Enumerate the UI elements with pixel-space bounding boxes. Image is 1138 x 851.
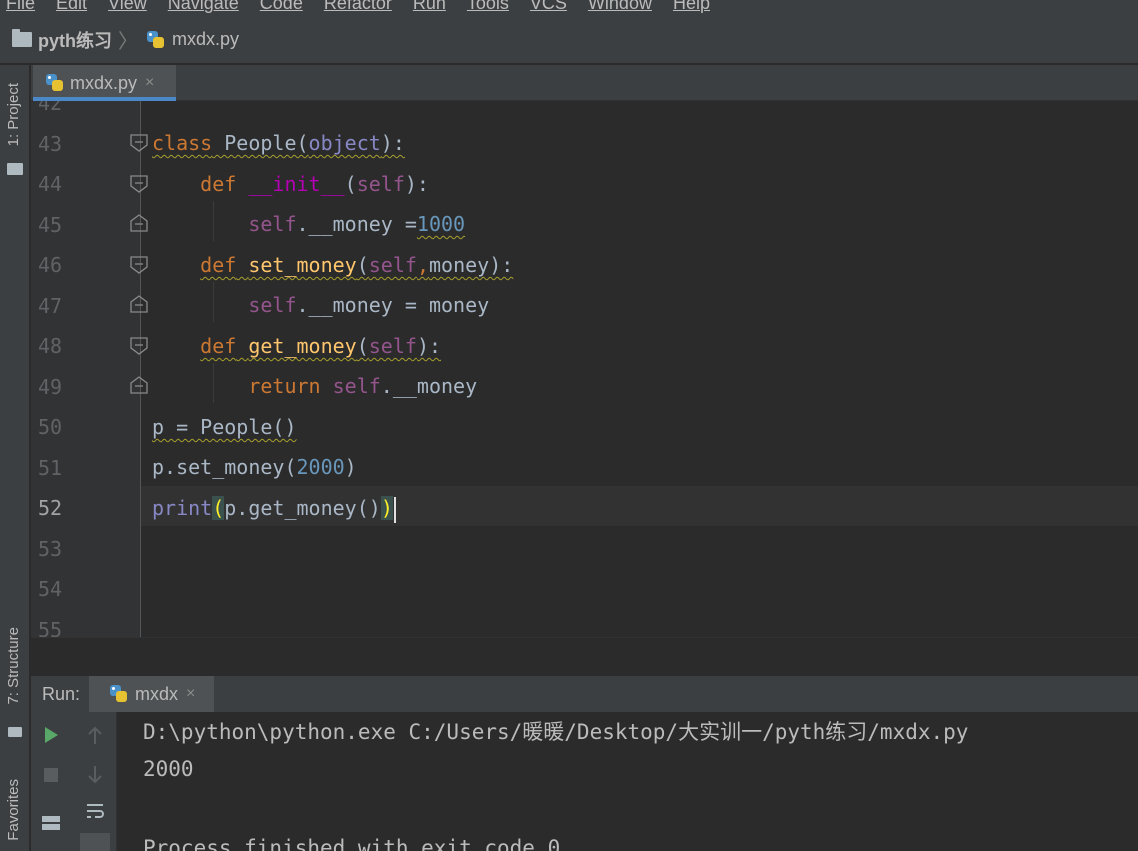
menu-items: File Edit View Navigate Code Refactor Run Tools… — [6, 0, 731, 14]
code-editor[interactable]: 42 43 44 45 46 47 48 49 50 51 52 53 54 55 class Peopl… — [31, 101, 1138, 637]
code-line-48: def get_money(self): — [200, 334, 442, 358]
text-caret — [393, 496, 396, 523]
fold-icon[interactable] — [129, 375, 149, 395]
code-line-46: def set_money(self,money): — [200, 253, 514, 277]
down-arrow-icon[interactable] — [85, 764, 105, 788]
line-number: 50 — [38, 415, 63, 439]
favorites-tool-tab[interactable]: Favorites — [5, 779, 22, 841]
menu-vcs[interactable]: VCS — [530, 0, 567, 14]
line-number: 54 — [38, 577, 63, 601]
code-line-51: p.set_money(2000) — [152, 455, 357, 479]
breadcrumb-separator: 〉 — [118, 31, 138, 53]
menu-window[interactable]: Window — [588, 0, 652, 14]
python-file-icon — [45, 73, 65, 93]
soft-wrap-icon[interactable] — [85, 802, 105, 824]
code-line-50: p = People() — [152, 415, 297, 439]
run-toolbar-secondary — [71, 712, 117, 851]
up-arrow-icon[interactable] — [85, 726, 105, 750]
fold-icon[interactable] — [129, 294, 149, 314]
run-console[interactable]: D:\python\python.exe C:/Users/暖暖/Desktop… — [117, 712, 1138, 851]
close-icon[interactable]: × — [186, 685, 195, 703]
line-number: 55 — [38, 617, 63, 638]
line-number: 43 — [38, 131, 63, 156]
run-tab-mxdx[interactable]: mxdx × — [89, 676, 214, 712]
menu-run[interactable]: Run — [413, 0, 446, 14]
menu-bar: File Edit View Navigate Code Refactor Run Tools… — [0, 0, 1138, 16]
python-file-icon — [146, 30, 166, 50]
line-number: 47 — [38, 293, 63, 318]
folder-icon — [12, 29, 32, 47]
structure-icon — [8, 727, 22, 737]
editor-tab-bar: mxdx.py × — [31, 65, 1138, 101]
fold-icon[interactable] — [129, 174, 149, 194]
run-icon[interactable] — [41, 726, 61, 748]
menu-help[interactable]: Help — [673, 0, 710, 14]
line-number: 46 — [38, 253, 63, 277]
menu-refactor[interactable]: Refactor — [324, 0, 392, 14]
scroll-to-end-icon[interactable] — [80, 833, 110, 851]
menu-edit[interactable]: Edit — [56, 0, 87, 14]
menu-view[interactable]: View — [108, 0, 147, 14]
line-number: 51 — [38, 455, 63, 480]
code-line-43: class People(object): — [152, 131, 405, 155]
layout-icon[interactable] — [41, 814, 61, 836]
stop-icon[interactable] — [41, 766, 61, 788]
line-number: 42 — [38, 101, 63, 115]
code-line-45: self.__money =1000 — [248, 212, 466, 236]
panel-splitter[interactable] — [31, 637, 1138, 676]
code-line-49: return self.__money — [248, 374, 478, 398]
code-line-44: def __init__(self): — [200, 172, 429, 196]
project-tool-tab[interactable]: 1: Project — [5, 83, 22, 146]
close-icon[interactable]: × — [145, 74, 154, 92]
line-number: 48 — [38, 334, 63, 358]
project-folder-icon — [7, 163, 23, 175]
editor-tab-mxdx[interactable]: mxdx.py × — [33, 65, 176, 101]
fold-icon[interactable] — [129, 255, 149, 275]
breadcrumb-project[interactable]: pyth练习 — [38, 27, 112, 53]
menu-file[interactable]: File — [6, 0, 35, 14]
editor-tab-label: mxdx.py — [70, 72, 138, 93]
line-number: 44 — [38, 172, 63, 196]
run-toolbar — [31, 712, 71, 851]
structure-tool-tab[interactable]: 7: Structure — [5, 627, 22, 705]
line-number: 53 — [38, 536, 63, 561]
run-panel-header: Run: mxdx × — [31, 676, 1138, 712]
run-tab-label: mxdx — [135, 683, 179, 704]
line-number: 52 — [38, 496, 63, 520]
navigation-bar: pyth练习 〉 mxdx.py — [0, 16, 1138, 64]
fold-icon[interactable] — [129, 133, 149, 153]
code-line-52: print(p.get_money()) — [152, 496, 396, 523]
menu-navigate[interactable]: Navigate — [168, 0, 239, 14]
breadcrumb-file[interactable]: mxdx.py — [172, 29, 239, 50]
menu-tools[interactable]: Tools — [467, 0, 509, 14]
console-command-line: D:\python\python.exe C:/Users/暖暖/Desktop… — [143, 720, 969, 744]
menu-code[interactable]: Code — [260, 0, 303, 14]
fold-icon[interactable] — [129, 336, 149, 356]
line-number: 49 — [38, 374, 63, 399]
fold-icon[interactable] — [129, 213, 149, 233]
console-exit-message: Process finished with exit code 0 — [143, 836, 561, 851]
left-tool-strip: 1: Project 7: Structure Favorites — [0, 65, 30, 851]
console-output-line: 2000 — [143, 757, 194, 781]
line-number: 45 — [38, 212, 63, 237]
python-icon — [109, 684, 129, 704]
run-panel-label: Run: — [42, 683, 81, 704]
code-line-47: self.__money = money — [248, 293, 490, 317]
